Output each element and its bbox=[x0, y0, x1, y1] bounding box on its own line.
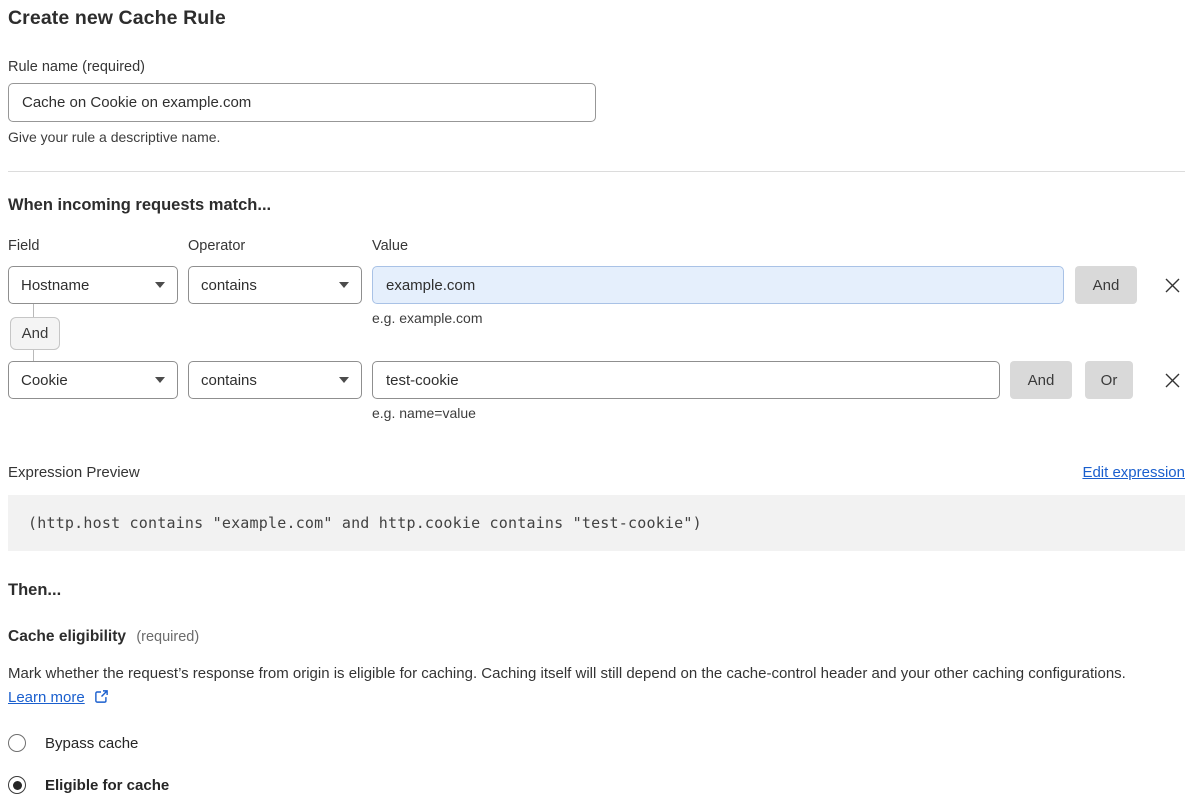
and-button-row-1[interactable]: And bbox=[1075, 266, 1137, 304]
remove-condition-1-button[interactable] bbox=[1159, 272, 1185, 298]
x-close-icon bbox=[1163, 276, 1182, 295]
rule-name-label: Rule name (required) bbox=[8, 59, 1185, 75]
condition-connector-area: And e.g. example.com bbox=[8, 304, 1185, 361]
cache-eligibility-heading: Cache eligibility (required) bbox=[8, 628, 1185, 646]
field-select-2-value: Cookie bbox=[21, 372, 68, 389]
condition-row-1: Hostname contains And bbox=[8, 266, 1185, 304]
or-button-row-2[interactable]: Or bbox=[1085, 361, 1133, 399]
field-select-2[interactable]: Cookie bbox=[8, 361, 178, 399]
page-title: Create new Cache Rule bbox=[8, 7, 1185, 30]
chevron-down-icon bbox=[339, 282, 349, 288]
chevron-down-icon bbox=[155, 377, 165, 383]
radio-unselected-icon[interactable] bbox=[8, 734, 26, 752]
rule-name-helper: Give your rule a descriptive name. bbox=[8, 129, 1185, 145]
expression-preview-label: Expression Preview bbox=[8, 464, 140, 481]
radio-selected-icon[interactable] bbox=[8, 776, 26, 794]
operator-select-2[interactable]: contains bbox=[188, 361, 362, 399]
edit-expression-link[interactable]: Edit expression bbox=[1082, 464, 1185, 481]
radio-option-bypass-cache[interactable]: Bypass cache bbox=[8, 734, 1185, 752]
external-link-icon bbox=[94, 689, 109, 704]
required-note: (required) bbox=[136, 629, 199, 645]
operator-select-2-value: contains bbox=[201, 372, 257, 389]
cache-eligibility-description: Mark whether the request’s response from… bbox=[8, 662, 1163, 710]
expression-code-block: (http.host contains "example.com" and ht… bbox=[8, 495, 1185, 551]
create-cache-rule-form: Create new Cache Rule Rule name (require… bbox=[0, 7, 1200, 794]
connector-and-button[interactable]: And bbox=[10, 317, 60, 350]
field-select-1[interactable]: Hostname bbox=[8, 266, 178, 304]
and-button-row-2[interactable]: And bbox=[1010, 361, 1072, 399]
value-input-1[interactable] bbox=[372, 266, 1064, 304]
match-heading: When incoming requests match... bbox=[8, 196, 1185, 215]
operator-column-label: Operator bbox=[188, 238, 372, 254]
description-text: Mark whether the request’s response from… bbox=[8, 665, 1126, 682]
remove-condition-2-button[interactable] bbox=[1159, 367, 1185, 393]
learn-more-link[interactable]: Learn more bbox=[8, 689, 85, 706]
radio-label: Bypass cache bbox=[45, 735, 138, 752]
value-hint-2: e.g. name=value bbox=[372, 405, 1185, 421]
value-hint-1: e.g. example.com bbox=[372, 310, 483, 326]
expression-preview-header: Expression Preview Edit expression bbox=[8, 464, 1185, 481]
value-column-label: Value bbox=[372, 238, 408, 254]
radio-option-eligible-for-cache[interactable]: Eligible for cache bbox=[8, 776, 1185, 794]
condition-row-2: Cookie contains And Or bbox=[8, 361, 1185, 399]
section-divider bbox=[8, 171, 1185, 172]
radio-label: Eligible for cache bbox=[45, 777, 169, 794]
operator-select-1[interactable]: contains bbox=[188, 266, 362, 304]
chevron-down-icon bbox=[155, 282, 165, 288]
match-column-labels: Field Operator Value bbox=[8, 238, 1185, 254]
rule-name-input[interactable] bbox=[8, 83, 596, 122]
x-close-icon bbox=[1163, 371, 1182, 390]
chevron-down-icon bbox=[339, 377, 349, 383]
field-select-1-value: Hostname bbox=[21, 277, 89, 294]
expression-code: (http.host contains "example.com" and ht… bbox=[28, 514, 702, 532]
value-input-2[interactable] bbox=[372, 361, 1000, 399]
cache-eligibility-title: Cache eligibility bbox=[8, 628, 126, 645]
operator-select-1-value: contains bbox=[201, 277, 257, 294]
then-heading: Then... bbox=[8, 581, 1185, 600]
field-column-label: Field bbox=[8, 238, 188, 254]
